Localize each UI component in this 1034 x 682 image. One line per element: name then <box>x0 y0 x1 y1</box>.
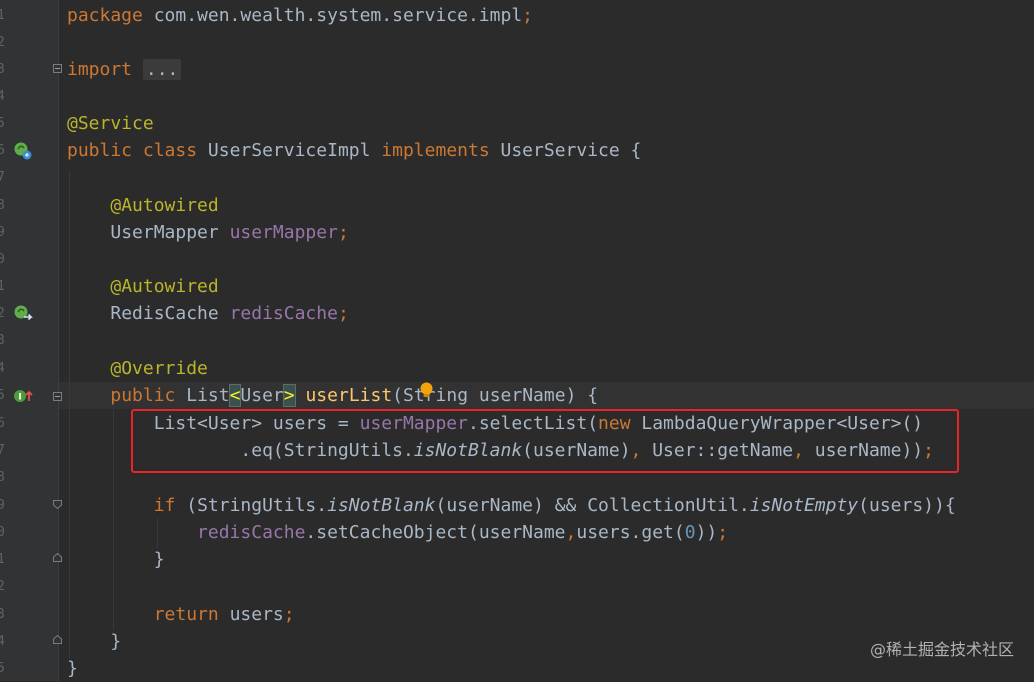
annotation-highlight-box <box>131 409 959 473</box>
line-number: 3 <box>0 607 5 622</box>
line-number: 9 <box>0 225 5 240</box>
line-number: 0 <box>0 252 5 267</box>
svg-text:I: I <box>18 393 21 403</box>
fold-toggle-if[interactable] <box>53 500 62 509</box>
code-line-override-annotation: @Override <box>110 358 208 379</box>
line-number: 7 <box>0 443 5 458</box>
gutter-separator <box>58 0 59 681</box>
code-line-method-signature: public List<User> userList(String userNa… <box>110 384 599 407</box>
code-line-return: return users; <box>153 604 295 625</box>
line-number: 5 <box>0 388 5 403</box>
line-number: 4 <box>0 634 5 649</box>
code-line-if-close: } <box>153 549 165 570</box>
spring-bean-navigate-icon[interactable] <box>12 303 34 325</box>
line-number: 4 <box>0 361 5 376</box>
line-number: 3 <box>0 62 5 77</box>
spring-bean-implementation-icon[interactable] <box>12 140 34 162</box>
watermark: @稀土掘金技术社区 <box>869 640 1014 659</box>
line-number: 6 <box>0 143 5 158</box>
line-number: 1 <box>0 552 5 567</box>
code-line-import: import ... <box>67 56 182 83</box>
line-number: 4 <box>0 89 5 104</box>
code-line-service-annotation: @Service <box>67 113 154 134</box>
line-number: 6 <box>0 416 5 431</box>
line-number: 1 <box>0 279 5 294</box>
line-number: 0 <box>0 525 5 540</box>
line-number: 3 <box>0 333 5 348</box>
code-line-rediscache-field: RedisCache redisCache; <box>110 303 349 324</box>
fold-end-if[interactable] <box>53 553 62 562</box>
line-number: 8 <box>0 198 5 213</box>
code-line-class-close: } <box>67 658 78 679</box>
line-number: 5 <box>0 661 5 676</box>
code-line-package: package com.wen.wealth.system.service.im… <box>67 5 533 26</box>
code-line-class-declaration: public class UserServiceImpl implements … <box>67 140 642 161</box>
line-number: 2 <box>0 579 5 594</box>
lightbulb-icon[interactable] <box>419 382 434 399</box>
import-fold-placeholder[interactable]: ... <box>142 59 182 80</box>
line-number: 5 <box>0 116 5 131</box>
override-method-icon[interactable]: I <box>12 385 34 407</box>
code-line-if-statement: if (StringUtils.isNotBlank(userName) && … <box>153 495 956 516</box>
fold-end-userlist[interactable] <box>53 635 62 644</box>
code-line-set-cache: redisCache.setCacheObject(userName,users… <box>197 522 729 543</box>
line-number: 9 <box>0 498 5 513</box>
fold-toggle-userlist[interactable] <box>53 392 62 401</box>
code-line-autowired-2: @Autowired <box>110 276 219 297</box>
code-line-usermapper-field: UserMapper userMapper; <box>110 222 349 243</box>
code-line-autowired-1: @Autowired <box>110 195 219 216</box>
line-number: 2 <box>0 35 5 50</box>
code-line-method-close: } <box>110 631 122 652</box>
line-number: 1 <box>0 8 5 23</box>
line-number: 8 <box>0 470 5 485</box>
fold-toggle-import[interactable] <box>53 64 62 73</box>
line-number: 2 <box>0 306 5 321</box>
line-number: 7 <box>0 170 5 185</box>
